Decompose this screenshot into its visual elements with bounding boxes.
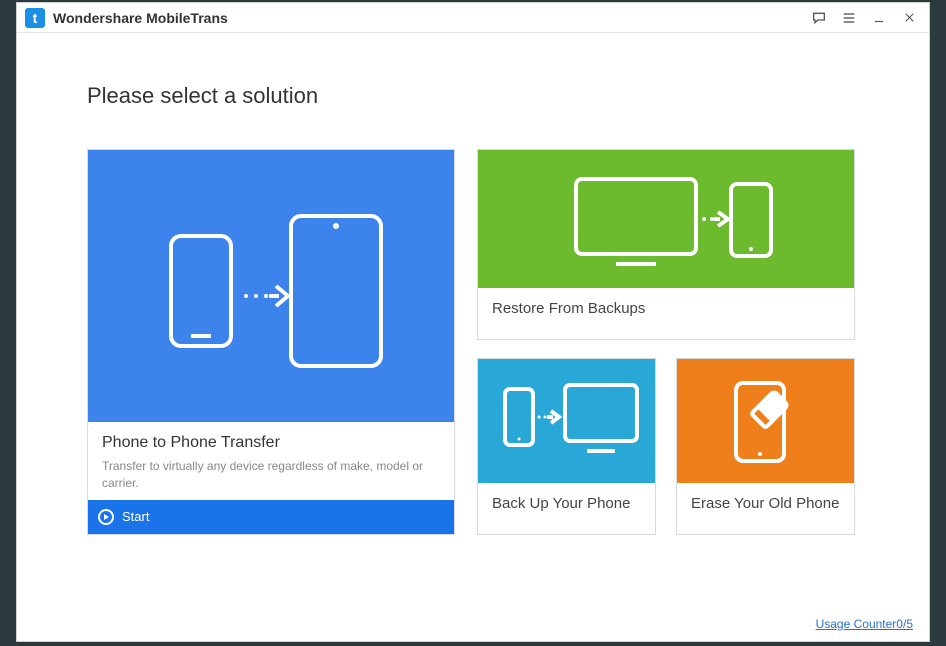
app-logo-icon: t	[25, 8, 45, 28]
card-title: Back Up Your Phone	[478, 483, 655, 524]
app-title: Wondershare MobileTrans	[53, 10, 228, 26]
start-arrow-icon	[98, 509, 114, 525]
card-description: Transfer to virtually any device regardl…	[102, 458, 440, 492]
minimize-button[interactable]	[867, 6, 891, 30]
card-erase-old-phone[interactable]: Erase Your Old Phone	[676, 358, 855, 535]
page-heading: Please select a solution	[87, 83, 859, 109]
card-phone-to-phone[interactable]: Phone to Phone Transfer Transfer to virt…	[87, 149, 455, 535]
card-restore-from-backups[interactable]: Restore From Backups	[477, 149, 855, 340]
backup-icon	[478, 359, 655, 483]
card-title: Erase Your Old Phone	[677, 483, 854, 524]
phone-to-phone-icon	[88, 150, 454, 422]
start-button[interactable]: Start	[88, 500, 454, 534]
card-title: Restore From Backups	[478, 288, 854, 329]
menu-icon[interactable]	[837, 6, 861, 30]
feedback-icon[interactable]	[807, 6, 831, 30]
start-label: Start	[122, 509, 149, 524]
app-window: t Wondershare MobileTrans Please select …	[16, 2, 930, 642]
titlebar: t Wondershare MobileTrans	[17, 3, 929, 33]
content-area: Please select a solution	[17, 33, 929, 641]
restore-icon	[478, 150, 854, 288]
erase-icon	[677, 359, 854, 483]
card-title: Phone to Phone Transfer	[102, 434, 440, 452]
usage-counter-link[interactable]: Usage Counter0/5	[816, 617, 913, 631]
card-back-up-phone[interactable]: Back Up Your Phone	[477, 358, 656, 535]
close-button[interactable]	[897, 6, 921, 30]
